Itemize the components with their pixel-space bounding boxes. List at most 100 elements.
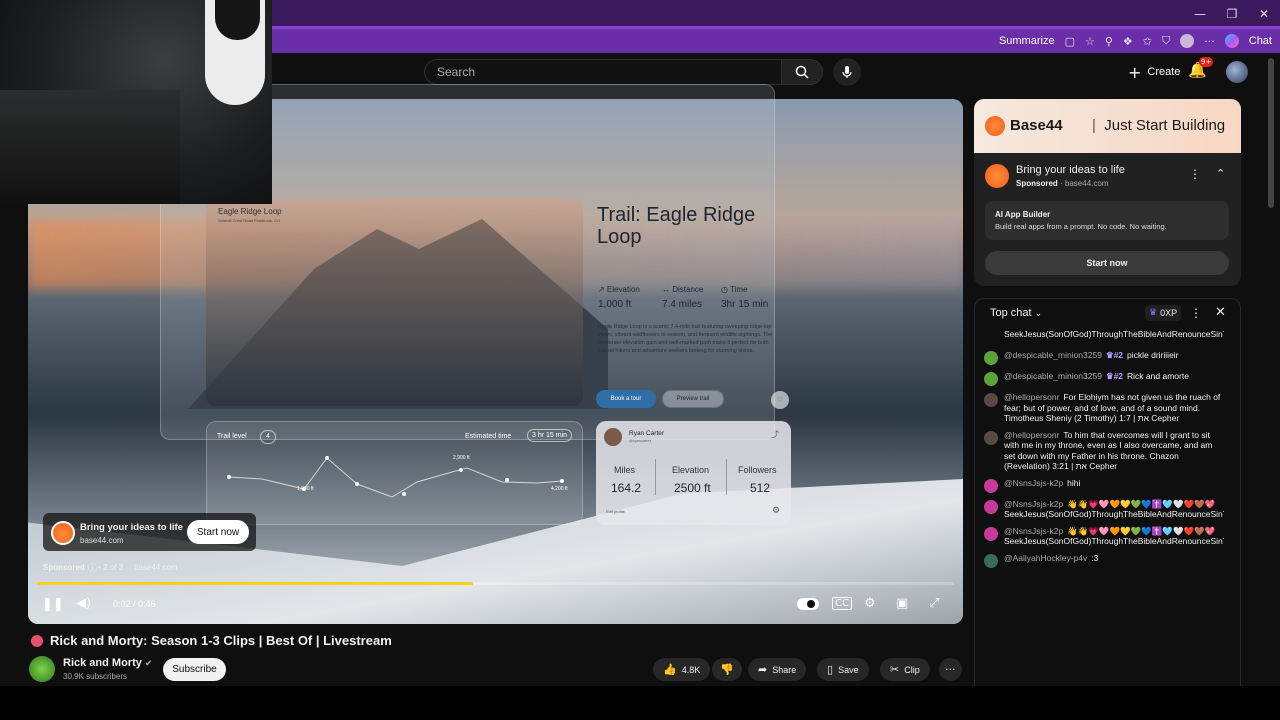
chat-avatar[interactable] [984,553,998,568]
minimize-button[interactable]: — [1184,0,1216,28]
close-chat-icon[interactable]: ✕ [1215,305,1226,320]
create-label: Create [1147,66,1181,78]
browser-essentials-icon[interactable]: ⛉ [1162,34,1170,48]
chat-author[interactable]: @despicable_minion3259 [1004,371,1102,381]
chat-rank-badge: ♛#2 [1105,350,1124,360]
save-button[interactable]: ▯ Save [817,658,869,681]
stat-label-distance: ↔ Distance [662,285,704,294]
clip-button[interactable]: ✂ Clip [880,658,930,681]
preview-trail-button: Preview trail [662,390,724,408]
search-button[interactable] [781,59,823,85]
chat-author[interactable]: @NsnsJsjs-k2p [1004,499,1063,509]
chat-author[interactable]: @NsnsJsjs-k2p [1004,478,1063,488]
chat-rank-badge: ♛#2 [1105,371,1124,381]
sidebar-start-now-button[interactable]: Start now [985,251,1229,275]
browser-toolbar: Summarize ▢ ☆ ⚲ ❖ ✩ ⛉ ··· Chat [999,29,1272,53]
chat-author[interactable]: @despicable_minion3259 [1004,350,1102,360]
chat-author[interactable]: @hellopersonr [1004,392,1059,402]
chat-message-body: @NsnsJsjs-k2p hihi [1004,478,1224,493]
profile-avatar[interactable] [1180,34,1195,48]
top-chat-dropdown[interactable]: Top chat ⌄ [990,307,1042,319]
chat-message-body: @despicable_minion3259 ♛#2 pickle dririiie… [1004,350,1224,365]
ad-box-title: AI App Builder [995,210,1051,219]
chat-message[interactable]: @hellopersonr To him that overcomes will … [984,430,1224,472]
copilot-icon[interactable] [1224,34,1239,48]
sidebar-ad-banner[interactable]: Base44 | Just Start Building [974,99,1241,153]
favorite-star-icon[interactable]: ☆ [1085,35,1095,48]
chat-avatar[interactable] [984,430,998,445]
captions-icon[interactable]: CC [832,597,852,610]
collapse-icon[interactable]: ⌃ [1216,167,1225,180]
chat-avatar[interactable] [984,372,998,386]
chat-message[interactable]: @despicable_minion3259 ♛#2 pickle dririiie… [984,350,1224,365]
notifications-button[interactable]: 🔔 9+ [1188,57,1214,83]
microphone-icon [842,66,852,78]
plus-icon: + [1128,62,1142,82]
split-screen-icon[interactable]: ▢ [1065,35,1075,48]
chat-xp-badge[interactable]: ♛ 0XP [1145,305,1182,321]
chat-message[interactable]: @despicable_minion3259 ♛#2 Rick and amorte [984,371,1224,386]
video-title: Rick and Morty: Season 1-3 Clips | Best … [50,633,392,648]
channel-avatar[interactable] [29,656,55,682]
share-button[interactable]: ➦ Share [748,658,807,681]
chat-menu-icon[interactable]: ⋮ [1190,306,1202,320]
close-window-button[interactable]: ✕ [1248,0,1280,28]
chat-message[interactable]: @hellopersonr For Elohiym has not given u… [984,392,1224,424]
chat-message[interactable]: @NsnsJsjs-k2p 👋👋💗🩷🧡💛💚💙✝️🩵🤍❤️🤎💖 SeekJesus(… [984,499,1224,520]
book-tour-button: Book a tour [596,390,656,408]
chat-avatar[interactable] [984,393,998,407]
chat-message-body: SeekJesus(SonOfGod)ThroughTheBibleAndRen… [1004,329,1224,344]
create-button[interactable]: + Create [1118,60,1190,84]
more-menu-icon[interactable]: ··· [1204,35,1215,48]
elevation-profile-chart [227,456,564,498]
channel-name[interactable]: Rick and Morty ✔ [63,657,152,669]
stat-value-distance: 7.4 miles [662,299,703,310]
bookmark-icon: ▯ [827,663,834,676]
chat-message[interactable]: @NsnsJsjs-k2p hihi [984,478,1224,493]
chat-author[interactable]: @NsnsJsjs-k2p [1004,526,1063,536]
chevron-down-icon: ⌄ [1034,309,1043,319]
extensions-icon[interactable]: ⚲ [1105,35,1113,48]
subscribe-button[interactable]: Subscribe [163,658,226,681]
chat-message[interactable]: SeekJesus(SonOfGod)ThroughTheBibleAndRen… [984,329,1224,344]
chat-message-body: @NsnsJsjs-k2p 👋👋💗🩷🧡💛💚💙✝️🩵🤍❤️🤎💖 SeekJesus(… [1004,526,1224,547]
settings-icon[interactable]: ⚙ [864,596,876,611]
autoplay-toggle[interactable] [797,598,819,610]
ad-domain-link[interactable]: base44.com [134,563,178,572]
search-input[interactable]: Search [424,59,782,85]
progress-fill [37,582,473,585]
chat-author[interactable]: @hellopersonr [1004,430,1059,440]
chat-avatar[interactable] [984,351,998,365]
collections-icon[interactable]: ❖ [1123,35,1133,48]
like-button[interactable]: 👍 4.8K [653,658,711,681]
favorites-icon[interactable]: ✩ [1143,35,1152,48]
chat-avatar[interactable] [984,330,998,344]
miniplayer-icon[interactable]: ▣ [896,596,908,611]
fullscreen-icon[interactable]: ⤢ [929,596,939,611]
chat-text: SeekJesus(SonOfGod)ThroughTheBibleAndRen… [1004,329,1224,339]
dislike-button[interactable]: 👎 [712,658,742,681]
summarize-button[interactable]: Summarize [999,35,1055,47]
restore-button[interactable]: ❐ [1216,0,1248,28]
chat-avatar[interactable] [984,526,998,541]
chat-button[interactable]: Chat [1249,35,1272,47]
chat-message-list[interactable]: SeekJesus(SonOfGod)ThroughTheBibleAndRen… [984,329,1224,687]
page-scrollbar[interactable] [1268,58,1274,208]
chat-message[interactable]: @AaliyahHockley-p4v:3 [984,553,1224,568]
ad-start-now-button[interactable]: Start now [187,520,249,544]
volume-icon[interactable]: ◀) [76,596,91,611]
chat-message[interactable]: @NsnsJsjs-k2p 👋👋💗🩷🧡💛💚💙✝️🩵🤍❤️🤎💖 SeekJesus(… [984,526,1224,547]
chat-message-body: @AaliyahHockley-p4v:3 [1004,553,1224,568]
chat-author[interactable]: @AaliyahHockley-p4v [1004,553,1087,563]
chat-avatar[interactable] [984,499,998,514]
info-icon[interactable]: ⓘ [88,561,97,574]
user-avatar[interactable] [1226,61,1248,83]
voice-search-button[interactable] [833,58,861,86]
sponsored-label: Sponsored [43,563,85,572]
ad-menu-icon[interactable]: ⋮ [1189,167,1201,181]
more-actions-button[interactable]: ··· [939,658,962,681]
pause-icon[interactable]: ❚❚ [42,597,64,612]
stat-value-time: 3hr 15 min [721,299,769,310]
chat-avatar[interactable] [984,478,998,493]
ad-box-body: Build real apps from a prompt. No code. … [995,222,1167,231]
